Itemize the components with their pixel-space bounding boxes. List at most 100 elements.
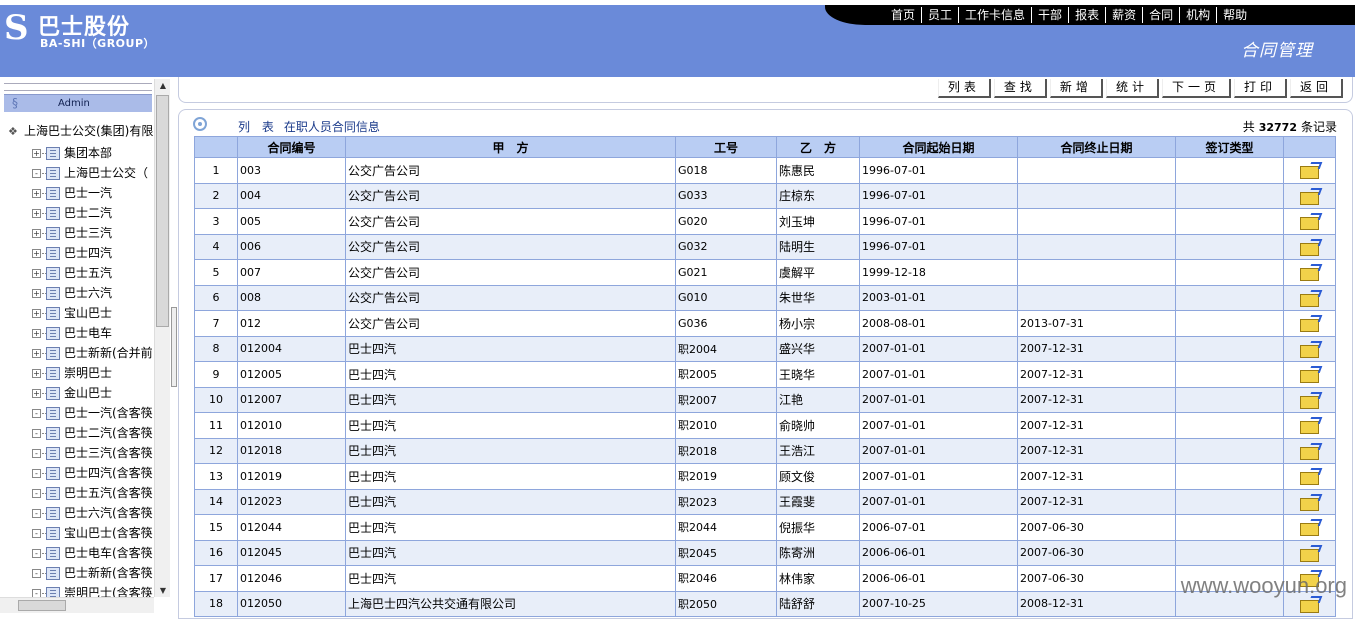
tree-node-label[interactable]: 崇明巴士 [64,366,112,380]
row-action-cell[interactable] [1284,438,1336,464]
toolbar-button[interactable]: 查找 [994,79,1047,98]
folder-edit-icon[interactable] [1300,546,1320,560]
tree-node-label[interactable]: 集团本部 [64,146,112,160]
tree-node-label[interactable]: 巴士三汽(含客筷 [64,446,153,460]
nav-link[interactable]: 工作卡信息 [959,7,1032,23]
tree-node[interactable]: + 集团本部 [32,143,154,163]
tree-node-label[interactable]: 宝山巴士(含客筷 [64,526,153,540]
tree-node[interactable]: +巴士电车 [32,323,154,343]
collapse-icon[interactable]: - [32,549,41,558]
collapse-icon[interactable]: - [32,509,41,518]
row-action-cell[interactable] [1284,464,1336,490]
tree-node-label[interactable]: 巴士四汽 [64,246,112,260]
folder-edit-icon[interactable] [1300,316,1320,330]
toolbar-button[interactable]: 统计 [1106,79,1159,98]
expand-icon[interactable]: + [32,189,41,198]
row-action-cell[interactable] [1284,158,1336,184]
row-action-cell[interactable] [1284,209,1336,235]
table-row[interactable]: 4006公交广告公司G032陆明生1996-07-01 [195,234,1336,260]
table-row[interactable]: 1003公交广告公司G018陈惠民1996-07-01 [195,158,1336,184]
nav-link[interactable]: 员工 [922,7,959,23]
row-action-cell[interactable] [1284,540,1336,566]
expand-icon[interactable]: + [32,249,41,258]
tree-vertical-scrollbar[interactable]: ▲ ▼ [154,79,170,597]
tree-node[interactable]: +金山巴士 [32,383,154,403]
folder-edit-icon[interactable] [1300,163,1320,177]
tree-node-label[interactable]: 巴士新新(含客筷 [64,566,153,580]
tree-node[interactable]: - 巴士四汽(含客筷 [32,463,154,483]
tree-node[interactable]: - 巴士新新(含客筷 [32,563,154,583]
tree-node-label[interactable]: 巴士五汽 [64,266,112,280]
hscroll-thumb[interactable] [18,600,66,611]
expand-icon[interactable]: + [32,149,41,158]
nav-link[interactable]: 首页 [885,7,922,23]
folder-edit-icon[interactable] [1300,418,1320,432]
folder-edit-icon[interactable] [1300,342,1320,356]
tree-node-label[interactable]: 宝山巴士 [64,306,112,320]
table-row[interactable]: 8012004巴士四汽职2004盛兴华2007-01-012007-12-31 [195,336,1336,362]
tree-root-node[interactable]: ❖上海巴士公交(集团)有限 [8,122,153,139]
collapse-icon[interactable]: - [32,489,41,498]
table-row[interactable]: 3005公交广告公司G020刘玉坤1996-07-01 [195,209,1336,235]
tree-node[interactable]: - 巴士六汽(含客筷 [32,503,154,523]
nav-link[interactable]: 干部 [1032,7,1069,23]
tree-node[interactable]: - 巴士五汽(含客筷 [32,483,154,503]
tree-node[interactable]: -崇明巴士(含客筷 [32,583,154,597]
toolbar-button[interactable]: 返回 [1290,79,1343,98]
tree-node[interactable]: +巴士二汽 [32,203,154,223]
tree-node-label[interactable]: 巴士五汽(含客筷 [64,486,153,500]
collapse-icon[interactable]: - [32,449,41,458]
tree-node[interactable]: + 巴士四汽 [32,243,154,263]
expand-icon[interactable]: + [32,309,41,318]
tree-node-label[interactable]: 巴士三汽 [64,226,112,240]
tree-node-label[interactable]: 巴士一汽(含客筷 [64,406,153,420]
table-row[interactable]: 17012046巴士四汽职2046林伟家2006-06-012007-06-30 [195,566,1336,592]
tree-node[interactable]: +巴士六汽 [32,283,154,303]
row-action-cell[interactable] [1284,387,1336,413]
expand-icon[interactable]: + [32,229,41,238]
toolbar-button[interactable]: 新增 [1050,79,1103,98]
row-action-cell[interactable] [1284,515,1336,541]
tree-node[interactable]: +巴士五汽 [32,263,154,283]
row-action-cell[interactable] [1284,362,1336,388]
row-action-cell[interactable] [1284,234,1336,260]
expand-icon[interactable]: + [32,369,41,378]
collapse-icon[interactable]: - [32,409,41,418]
splitter-grip[interactable] [171,307,177,387]
table-row[interactable]: 7012公交广告公司G036杨小宗2008-08-012013-07-31 [195,311,1336,337]
folder-edit-icon[interactable] [1300,265,1320,279]
tree-node-label[interactable]: 巴士四汽(含客筷 [64,466,153,480]
table-row[interactable]: 2004公交广告公司G033庄椋东1996-07-01 [195,183,1336,209]
tree-node[interactable]: + 宝山巴士 [32,303,154,323]
tree-node[interactable]: +巴士一汽 [32,183,154,203]
table-row[interactable]: 15012044巴士四汽职2044倪振华2006-07-012007-06-30 [195,515,1336,541]
folder-edit-icon[interactable] [1300,444,1320,458]
tree-horizontal-scrollbar[interactable] [0,597,154,613]
collapse-icon[interactable]: - [32,569,41,578]
tree-node-label[interactable]: 巴士二汽(含客筷 [64,426,153,440]
table-row[interactable]: 9012005巴士四汽职2005王晓华2007-01-012007-12-31 [195,362,1336,388]
folder-edit-icon[interactable] [1300,520,1320,534]
expand-icon[interactable]: + [32,289,41,298]
table-row[interactable]: 12012018巴士四汽职2018王浩江2007-01-012007-12-31 [195,438,1336,464]
scroll-up-icon[interactable]: ▲ [158,81,168,90]
row-action-cell[interactable] [1284,413,1336,439]
panel-splitter[interactable] [170,77,178,613]
row-action-cell[interactable] [1284,489,1336,515]
folder-edit-icon[interactable] [1300,393,1320,407]
row-action-cell[interactable] [1284,260,1336,286]
row-action-cell[interactable] [1284,285,1336,311]
collapse-icon[interactable]: - [32,469,41,478]
toolbar-button[interactable]: 下一页 [1162,79,1231,98]
tree-node-label[interactable]: 崇明巴士(含客筷 [64,586,153,597]
collapse-icon[interactable]: - [32,529,41,538]
scroll-thumb[interactable] [156,95,169,327]
folder-edit-icon[interactable] [1300,214,1320,228]
tree-node-label[interactable]: 巴士六汽(含客筷 [64,506,153,520]
table-row[interactable]: 16012045巴士四汽职2045陈寄洲2006-06-012007-06-30 [195,540,1336,566]
table-row[interactable]: 11012010巴士四汽职2010俞晓帅2007-01-012007-12-31 [195,413,1336,439]
collapse-icon[interactable]: - [32,429,41,438]
folder-edit-icon[interactable] [1300,367,1320,381]
tree-node[interactable]: + 巴士三汽 [32,223,154,243]
tree-node[interactable]: -上海巴士公交（ [32,163,154,183]
